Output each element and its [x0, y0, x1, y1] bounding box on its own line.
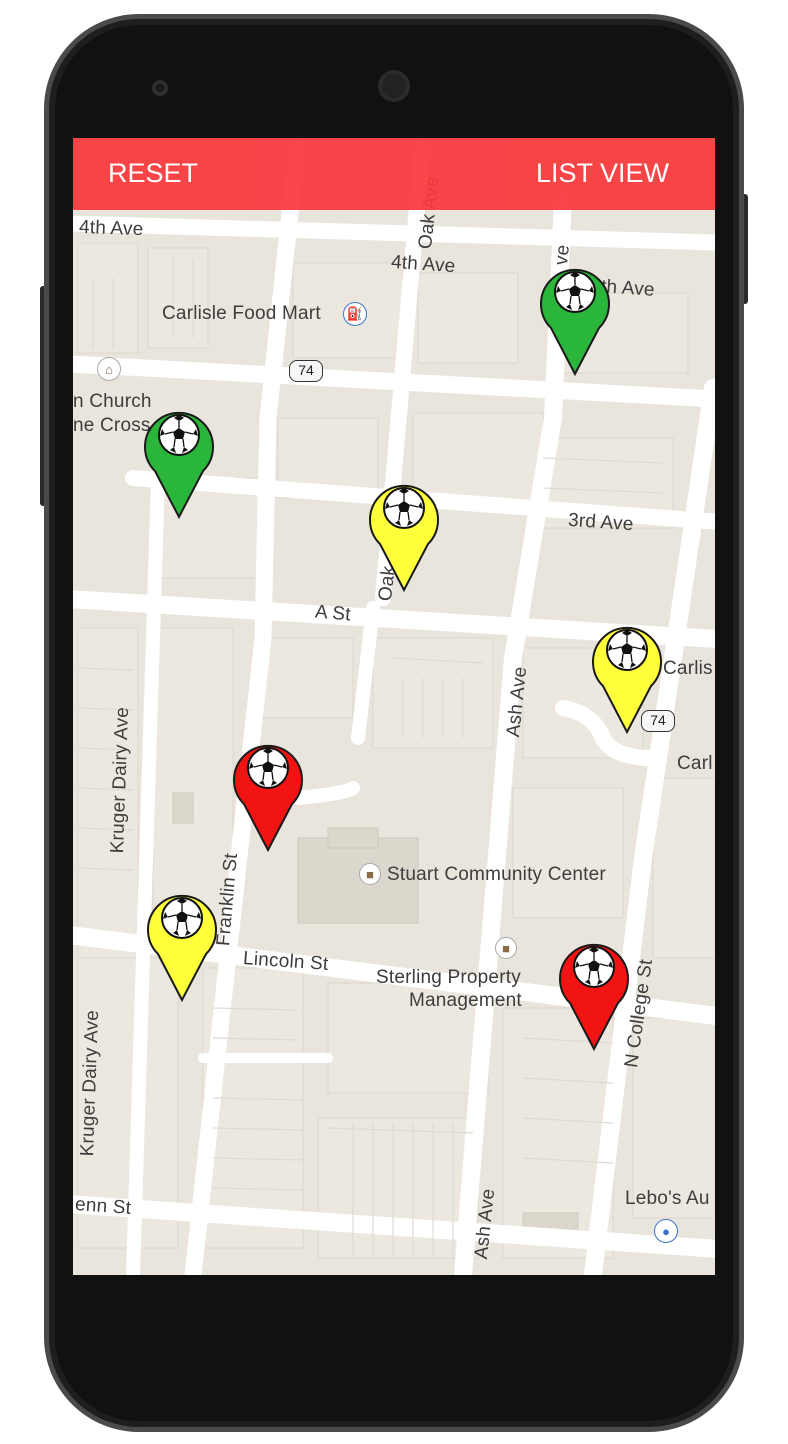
soccer-ball-icon [247, 747, 289, 789]
marker-green[interactable] [539, 258, 611, 378]
map-screen[interactable]: 4th Ave 4th Ave th Ave 3rd Ave A St Linc… [73, 138, 715, 1275]
street-label-3rd-ave: 3rd Ave [567, 509, 635, 536]
soccer-ball-icon [161, 897, 203, 939]
place-sterling-property[interactable]: Management [409, 990, 522, 1012]
reset-button[interactable]: RESET [108, 138, 198, 210]
soccer-ball-icon [158, 414, 200, 456]
soccer-ball-icon [606, 629, 648, 671]
place-church[interactable]: n Church [73, 391, 152, 413]
street-label-4th-ave: 4th Ave [78, 216, 144, 241]
route-74-badge: 74 [289, 360, 323, 382]
place-church[interactable]: ne Cross [73, 415, 151, 437]
place-sterling-property[interactable]: Sterling Property [376, 967, 521, 989]
place-carlisle[interactable]: Carlis [663, 658, 713, 680]
marker-red[interactable] [232, 734, 304, 854]
street-label-a-st: A St [314, 601, 352, 626]
soccer-ball-icon [573, 946, 615, 988]
place-icon[interactable]: ■ [495, 937, 517, 959]
marker-green[interactable] [143, 401, 215, 521]
church-icon[interactable]: ⌂ [97, 357, 121, 381]
soccer-ball-icon [383, 487, 425, 529]
marker-red[interactable] [558, 933, 630, 1053]
marker-yellow[interactable] [591, 616, 663, 736]
street-label-glenn-st: enn St [74, 1194, 132, 1219]
soccer-ball-icon [554, 271, 596, 313]
list-view-button[interactable]: LIST VIEW [536, 138, 669, 210]
place-stuart-community-center[interactable]: Stuart Community Center [387, 864, 606, 886]
place-icon[interactable]: ■ [359, 863, 381, 885]
shopping-icon[interactable]: ● [654, 1219, 678, 1243]
marker-yellow[interactable] [146, 884, 218, 1004]
app-bar: RESET LIST VIEW [73, 138, 715, 210]
street-label-4th-ave: 4th Ave [390, 251, 457, 278]
marker-yellow[interactable] [368, 474, 440, 594]
place-lebos[interactable]: Lebo's Au [625, 1188, 710, 1210]
place-carlisle-food-mart[interactable]: Carlisle Food Mart [162, 303, 321, 325]
place-carlisle[interactable]: Carl [677, 753, 713, 775]
gas-station-icon[interactable]: ⛽ [343, 302, 367, 326]
